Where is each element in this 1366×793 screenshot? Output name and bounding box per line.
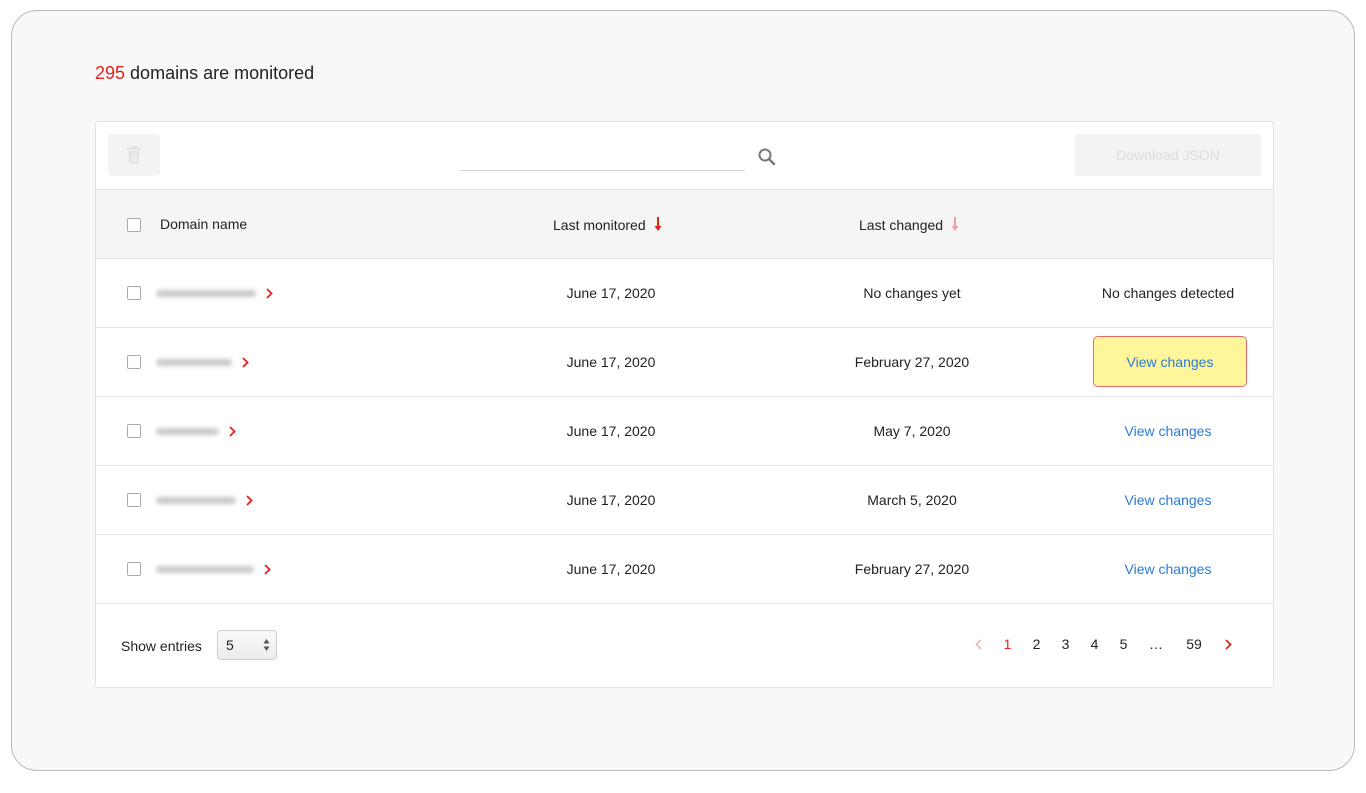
blurred-domain-text: [156, 358, 232, 366]
next-page-button[interactable]: [1214, 638, 1243, 650]
column-header-last-monitored[interactable]: Last monitored: [553, 216, 662, 233]
last-monitored-cell: June 17, 2020: [566, 354, 656, 370]
table-row: June 17, 2020 February 27, 2020 View cha…: [96, 328, 1273, 397]
view-changes-link[interactable]: View changes: [1125, 561, 1212, 577]
table-row: June 17, 2020 No changes yet No changes …: [96, 259, 1273, 328]
sort-down-arrow-icon[interactable]: [951, 216, 959, 232]
table-row: June 17, 2020 May 7, 2020 View changes: [96, 397, 1273, 466]
last-changed-cell: No changes yet: [863, 285, 961, 301]
pagination: 1 2 3 4 5 … 59: [964, 636, 1243, 652]
chevron-left-icon: [975, 638, 982, 650]
view-changes-link[interactable]: View changes: [1125, 423, 1212, 439]
row-checkbox[interactable]: [127, 355, 141, 369]
last-monitored-cell: June 17, 2020: [566, 423, 656, 439]
domain-name[interactable]: [156, 424, 236, 438]
search-icon[interactable]: [757, 147, 777, 167]
blurred-domain-text: [156, 289, 256, 297]
table-toolbar: Download JSON: [96, 122, 1273, 189]
domain-name[interactable]: [156, 286, 273, 300]
table-row: June 17, 2020 March 5, 2020 View changes: [96, 466, 1273, 535]
view-changes-cell: View changes: [1068, 492, 1268, 508]
view-changes-button[interactable]: View changes: [1093, 336, 1247, 387]
view-changes-link[interactable]: View changes: [1125, 492, 1212, 508]
domain-count-suffix: domains are monitored: [125, 63, 315, 83]
domain-count: 295: [95, 63, 126, 83]
previous-page-button[interactable]: [964, 638, 993, 650]
view-changes-cell: View changes: [1068, 423, 1268, 439]
column-header-last-changed[interactable]: Last changed: [859, 216, 959, 233]
last-changed-cell: February 27, 2020: [854, 354, 970, 370]
view-changes-cell: View changes: [1068, 561, 1268, 577]
domain-name[interactable]: [156, 493, 253, 507]
page-button[interactable]: 59: [1174, 636, 1214, 652]
page-button[interactable]: 2: [1022, 636, 1051, 652]
last-changed-cell: May 7, 2020: [873, 423, 951, 439]
page-ellipsis: …: [1149, 636, 1163, 652]
chevron-right-icon[interactable]: [229, 425, 236, 437]
chevron-right-icon: [1225, 638, 1232, 650]
last-changed-cell: February 27, 2020: [854, 561, 970, 577]
last-monitored-cell: June 17, 2020: [566, 492, 656, 508]
chevron-right-icon[interactable]: [266, 287, 273, 299]
chevron-right-icon[interactable]: [242, 356, 249, 368]
table-header: Domain name Last monitored Last changed: [96, 189, 1273, 259]
table-footer: Show entries 5 1 2 3 4 5 … 59: [96, 605, 1273, 689]
row-checkbox[interactable]: [127, 424, 141, 438]
updown-arrows-icon: [263, 639, 270, 651]
select-all-checkbox[interactable]: [127, 218, 141, 232]
entries-select[interactable]: 5: [217, 630, 277, 660]
blurred-domain-text: [156, 565, 254, 573]
chevron-right-icon[interactable]: [264, 563, 271, 575]
entries-select-value: 5: [226, 637, 234, 653]
sort-down-arrow-icon[interactable]: [654, 216, 662, 232]
table-row: June 17, 2020 February 27, 2020 View cha…: [96, 535, 1273, 604]
trash-icon: [127, 146, 141, 164]
page-button[interactable]: 5: [1109, 636, 1138, 652]
domain-name[interactable]: [156, 355, 249, 369]
last-monitored-cell: June 17, 2020: [566, 561, 656, 577]
page-button[interactable]: 4: [1080, 636, 1109, 652]
page-title: 295 domains are monitored: [95, 63, 314, 84]
search-bar: [459, 141, 789, 171]
blurred-domain-text: [156, 427, 219, 435]
column-header-last-changed-label: Last changed: [859, 217, 944, 233]
page-button[interactable]: 3: [1051, 636, 1080, 652]
row-checkbox[interactable]: [127, 562, 141, 576]
page-button[interactable]: 1: [993, 636, 1022, 652]
delete-button[interactable]: [108, 134, 160, 176]
row-checkbox[interactable]: [127, 493, 141, 507]
column-header-domain: Domain name: [160, 216, 248, 232]
column-header-last-monitored-label: Last monitored: [553, 217, 646, 233]
search-input[interactable]: [459, 141, 745, 171]
app-frame: 295 domains are monitored Download JSON …: [11, 10, 1355, 771]
chevron-right-icon[interactable]: [246, 494, 253, 506]
download-json-button[interactable]: Download JSON: [1075, 134, 1261, 176]
domain-name[interactable]: [156, 562, 271, 576]
no-changes-label: No changes detected: [1101, 285, 1235, 301]
row-checkbox[interactable]: [127, 286, 141, 300]
domains-table-card: Download JSON Domain name Last monitored…: [95, 121, 1274, 688]
last-changed-cell: March 5, 2020: [867, 492, 957, 508]
last-monitored-cell: June 17, 2020: [566, 285, 656, 301]
show-entries-label: Show entries: [121, 638, 202, 654]
blurred-domain-text: [156, 496, 236, 504]
